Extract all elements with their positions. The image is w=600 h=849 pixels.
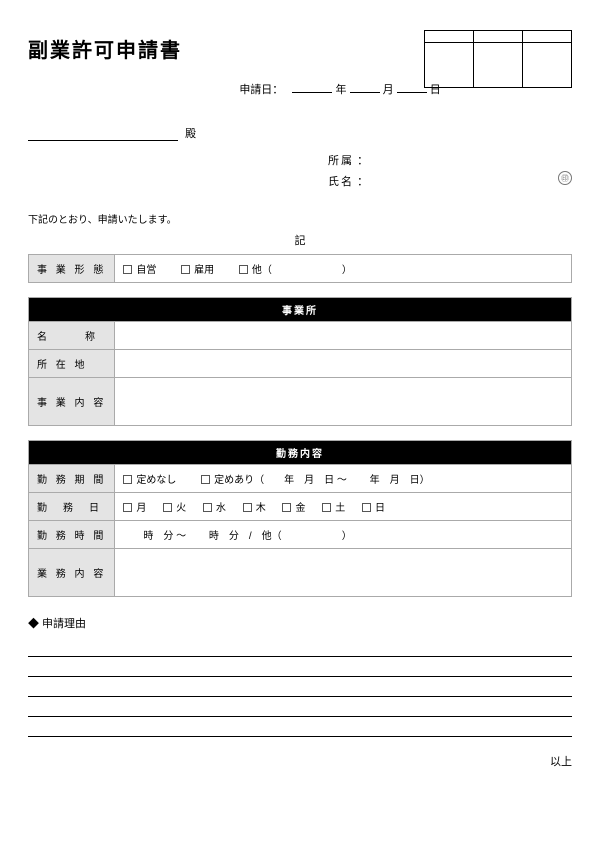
checkbox-icon[interactable]: [163, 503, 172, 512]
day-fri[interactable]: 金: [282, 499, 305, 514]
work-content-field[interactable]: [115, 548, 572, 596]
day-tue[interactable]: 火: [163, 499, 186, 514]
applicant-block: 所属 ： 氏名 ： ㊞: [28, 151, 572, 193]
addressee-blank[interactable]: [28, 127, 178, 141]
checkbox-icon[interactable]: [123, 265, 132, 274]
office-content-field[interactable]: [115, 377, 572, 425]
office-name-label: 名 称: [29, 321, 115, 349]
approval-stamp-grid: [424, 30, 572, 88]
option-self[interactable]: 自営: [123, 261, 156, 276]
business-type-table: 事 業 形 態 自営 雇用 他（ ）: [28, 254, 572, 283]
work-days-field: 月 火 水 木 金 土 日: [115, 492, 572, 520]
office-table: 事業所 名 称 所 在 地 事 業 内 容: [28, 297, 572, 426]
office-name-field[interactable]: [115, 321, 572, 349]
ijou-marker: 以上: [28, 753, 572, 769]
date-year-blank[interactable]: [292, 92, 332, 93]
reason-line[interactable]: [28, 717, 572, 737]
work-content-label: 業 務 内 容: [29, 548, 115, 596]
period-none-option[interactable]: 定めなし: [123, 471, 176, 486]
checkbox-icon[interactable]: [181, 265, 190, 274]
name-label: 氏名: [328, 176, 354, 188]
seal-mark-icon: ㊞: [558, 171, 572, 185]
option-employed[interactable]: 雇用: [181, 261, 214, 276]
work-hours-field[interactable]: 時 分 ～ 時 分 / 他（ ）: [115, 520, 572, 548]
intro-text: 下記のとおり、申請いたします。: [28, 211, 572, 226]
office-section-header: 事業所: [29, 297, 572, 321]
reason-header: ◆ 申請理由: [28, 615, 572, 631]
day-mon[interactable]: 月: [123, 499, 146, 514]
reason-line[interactable]: [28, 637, 572, 657]
office-addr-label: 所 在 地: [29, 349, 115, 377]
addressee-suffix: 殿: [185, 128, 196, 140]
day-sun[interactable]: 日: [362, 499, 385, 514]
checkbox-icon[interactable]: [282, 503, 291, 512]
work-period-field: 定めなし 定めあり（ 年 月 日 ～ 年 月 日）: [115, 464, 572, 492]
work-days-label: 勤 務 日: [29, 492, 115, 520]
office-addr-field[interactable]: [115, 349, 572, 377]
date-day-blank[interactable]: [397, 92, 427, 93]
option-other[interactable]: 他（ ）: [239, 261, 352, 276]
checkbox-icon[interactable]: [123, 475, 132, 484]
period-fixed-option[interactable]: 定めあり（ 年 月 日 ～ 年 月 日）: [201, 471, 430, 486]
work-hours-label: 勤 務 時 間: [29, 520, 115, 548]
checkbox-icon[interactable]: [362, 503, 371, 512]
office-content-label: 事 業 内 容: [29, 377, 115, 425]
date-label: 申請日：: [239, 84, 283, 96]
reason-line[interactable]: [28, 657, 572, 677]
reason-lines[interactable]: [28, 637, 572, 737]
business-type-label: 事 業 形 態: [29, 254, 115, 282]
work-section-header: 勤務内容: [29, 440, 572, 464]
business-type-options: 自営 雇用 他（ ）: [115, 254, 572, 282]
date-month-blank[interactable]: [350, 92, 380, 93]
work-period-label: 勤 務 期 間: [29, 464, 115, 492]
checkbox-icon[interactable]: [203, 503, 212, 512]
addressee-line: 殿: [28, 125, 572, 141]
checkbox-icon[interactable]: [322, 503, 331, 512]
checkbox-icon[interactable]: [201, 475, 210, 484]
ki-marker: 記: [28, 232, 572, 248]
day-wed[interactable]: 水: [203, 499, 226, 514]
work-table: 勤務内容 勤 務 期 間 定めなし 定めあり（ 年 月 日 ～ 年 月 日） 勤…: [28, 440, 572, 597]
day-sat[interactable]: 土: [322, 499, 345, 514]
reason-line[interactable]: [28, 677, 572, 697]
dept-label: 所属: [328, 155, 354, 167]
day-thu[interactable]: 木: [243, 499, 266, 514]
reason-line[interactable]: [28, 697, 572, 717]
checkbox-icon[interactable]: [123, 503, 132, 512]
checkbox-icon[interactable]: [243, 503, 252, 512]
checkbox-icon[interactable]: [239, 265, 248, 274]
